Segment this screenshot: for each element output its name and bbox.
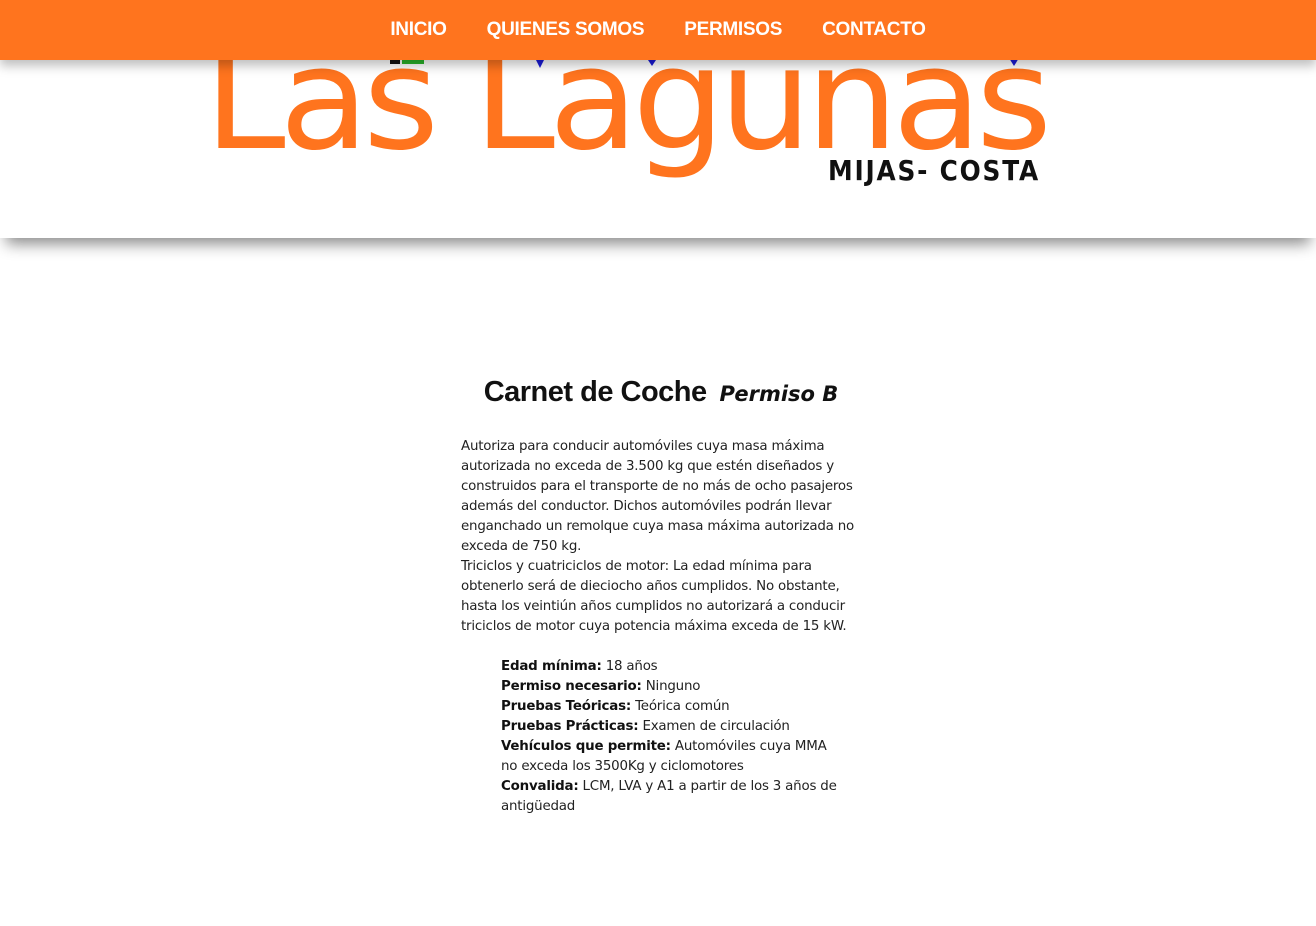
detail-row-practicas: Pruebas Prácticas: Examen de circulación [501, 717, 846, 737]
detail-value: Examen de circulación [642, 719, 790, 734]
nav-item-inicio[interactable]: INICIO [390, 0, 447, 60]
permit-details: Edad mínima: 18 años Permiso necesario: … [501, 657, 846, 817]
detail-label: Pruebas Prácticas: [501, 719, 639, 734]
detail-label: Permiso necesario: [501, 679, 642, 694]
detail-value: 18 años [605, 659, 658, 674]
top-navbar: INICIO QUIENES SOMOS PERMISOS CONTACTO [0, 0, 1316, 60]
detail-row-vehiculos: Vehículos que permite: Automóviles cuya … [501, 737, 846, 777]
description-paragraph-1: Autoriza para conducir automóviles cuya … [461, 439, 855, 554]
page-title: Carnet de Coche Permiso B [461, 372, 861, 409]
detail-row-edad: Edad mínima: 18 años [501, 657, 846, 677]
detail-row-permiso: Permiso necesario: Ninguno [501, 677, 846, 697]
main-content: Carnet de Coche Permiso B Autoriza para … [461, 372, 861, 817]
page-title-subtitle: Permiso B [719, 382, 839, 406]
nav-item-contacto[interactable]: CONTACTO [822, 0, 926, 60]
detail-value: Ninguno [645, 679, 701, 694]
nav-item-permisos[interactable]: PERMISOS [684, 0, 782, 60]
description: Autoriza para conducir automóviles cuya … [461, 437, 861, 637]
detail-row-teoricas: Pruebas Teóricas: Teórica común [501, 697, 846, 717]
nav-menu: INICIO QUIENES SOMOS PERMISOS CONTACTO [390, 0, 926, 60]
detail-label: Vehículos que permite: [501, 739, 671, 754]
description-paragraph-2: Triciclos y cuatriciclos de motor: La ed… [461, 559, 847, 634]
detail-label: Convalida: [501, 779, 579, 794]
detail-row-convalida: Convalida: LCM, LVA y A1 a partir de los… [501, 777, 846, 817]
detail-value: Teórica común [635, 699, 730, 714]
logo-subtext: MIJAS- COSTA [828, 154, 1040, 187]
detail-label: Edad mínima: [501, 659, 602, 674]
page-title-main: Carnet de Coche [483, 376, 707, 408]
nav-item-quienes-somos[interactable]: QUIENES SOMOS [487, 0, 645, 60]
detail-label: Pruebas Teóricas: [501, 699, 632, 714]
